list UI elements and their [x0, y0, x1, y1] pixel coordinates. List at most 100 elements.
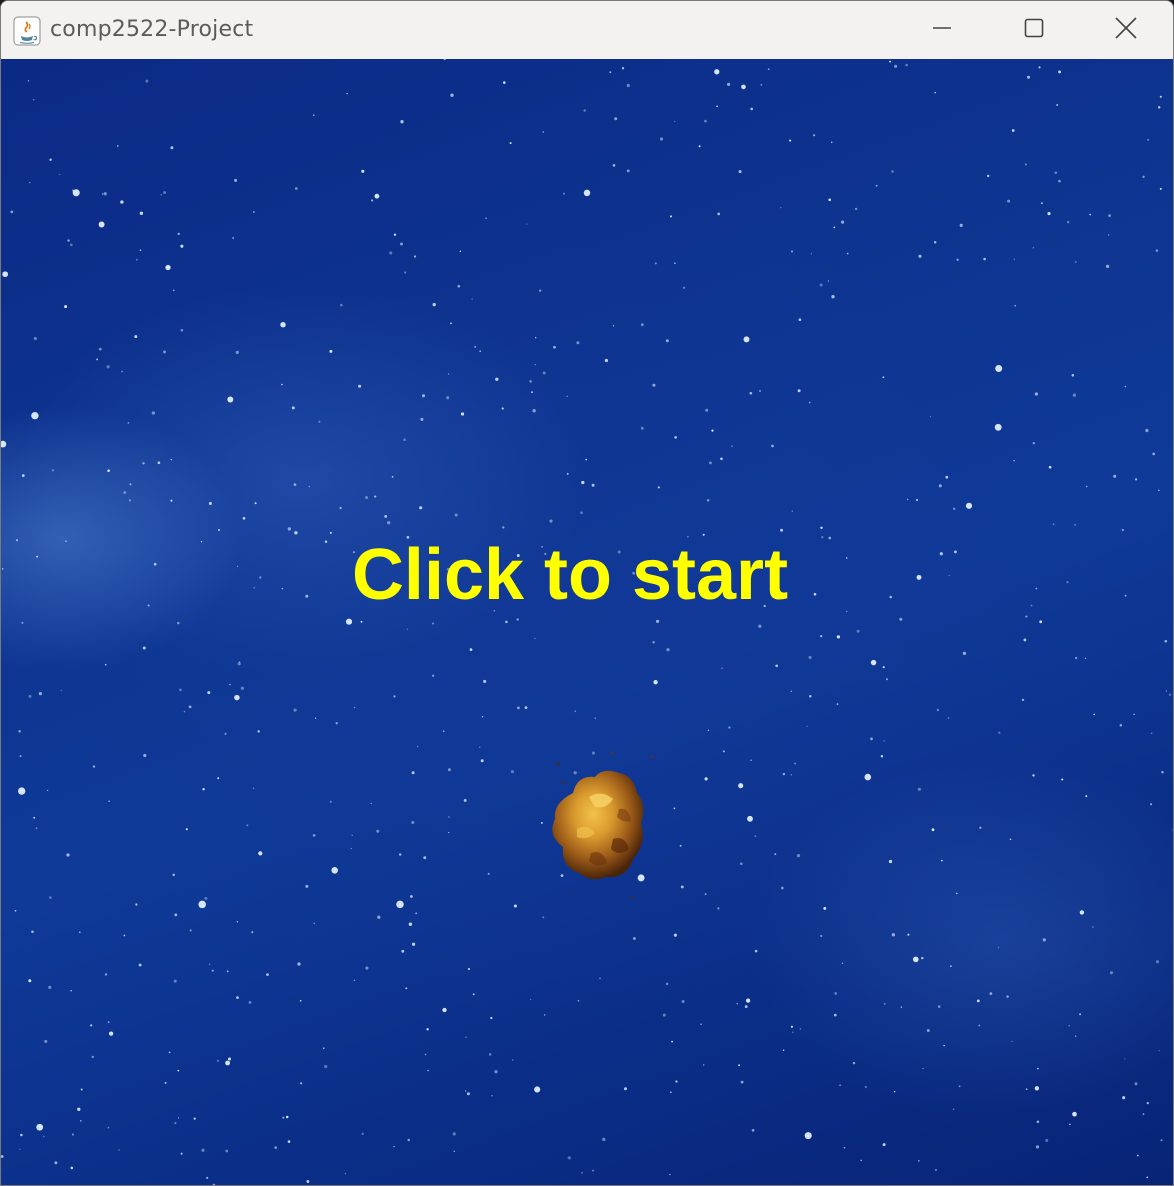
- star: [374, 193, 380, 199]
- star: [411, 942, 416, 946]
- star: [1136, 1154, 1139, 1157]
- star: [227, 396, 234, 403]
- star: [365, 496, 369, 499]
- star: [189, 929, 192, 932]
- star: [179, 688, 182, 692]
- starfield-background: [1, 59, 1173, 1185]
- star: [232, 236, 235, 240]
- star: [185, 828, 188, 831]
- star: [432, 302, 436, 307]
- star: [38, 691, 43, 696]
- star: [463, 798, 467, 802]
- star: [562, 192, 566, 195]
- star: [120, 200, 124, 204]
- star: [594, 717, 597, 719]
- star: [994, 423, 1002, 431]
- star: [448, 816, 450, 818]
- star: [965, 502, 973, 509]
- star: [487, 872, 490, 875]
- star: [234, 694, 240, 701]
- star: [704, 119, 707, 123]
- star: [789, 139, 792, 142]
- star: [353, 706, 356, 709]
- star: [885, 678, 889, 681]
- star: [469, 648, 473, 651]
- star: [351, 834, 353, 836]
- star: [471, 298, 473, 300]
- star: [1034, 1086, 1040, 1091]
- star: [465, 1036, 467, 1039]
- star: [1159, 187, 1162, 190]
- star: [92, 765, 96, 768]
- star: [741, 84, 746, 90]
- maximize-button[interactable]: [988, 1, 1080, 59]
- star: [931, 828, 935, 832]
- star: [669, 215, 673, 218]
- star: [28, 694, 32, 698]
- star: [959, 223, 963, 227]
- star: [358, 384, 362, 388]
- star: [1013, 460, 1015, 462]
- star: [653, 680, 658, 685]
- star: [426, 1028, 429, 1031]
- star: [883, 740, 885, 742]
- star: [246, 824, 249, 827]
- star: [281, 383, 283, 386]
- star: [846, 252, 849, 255]
- star: [419, 506, 423, 510]
- title-bar[interactable]: comp2522-Project: [1, 1, 1173, 59]
- star: [411, 771, 415, 775]
- star: [398, 853, 402, 856]
- star: [792, 1031, 794, 1033]
- star: [750, 759, 752, 761]
- star: [612, 164, 616, 167]
- star: [160, 194, 162, 196]
- star: [917, 787, 921, 791]
- star: [107, 1126, 110, 1129]
- star: [453, 1150, 455, 1153]
- star: [530, 998, 532, 1001]
- star: [754, 949, 758, 953]
- star: [466, 1092, 470, 1096]
- star: [1152, 452, 1156, 456]
- star: [1150, 732, 1153, 735]
- star: [174, 1122, 177, 1125]
- star: [918, 254, 922, 258]
- star: [1025, 1088, 1028, 1091]
- minimize-button[interactable]: [896, 1, 988, 59]
- star: [682, 286, 686, 289]
- game-canvas[interactable]: Click to start: [1, 59, 1173, 1185]
- star: [77, 1107, 81, 1112]
- star: [767, 68, 770, 71]
- star: [581, 480, 585, 485]
- star: [44, 1039, 48, 1043]
- star: [258, 851, 263, 856]
- star: [170, 499, 173, 502]
- star: [679, 844, 682, 847]
- star: [1146, 1176, 1149, 1179]
- star: [107, 1021, 110, 1024]
- star: [177, 1117, 180, 1119]
- star: [864, 1085, 868, 1089]
- star: [297, 962, 301, 966]
- close-button[interactable]: [1080, 1, 1172, 59]
- star: [1093, 713, 1095, 716]
- star: [370, 802, 372, 805]
- java-icon[interactable]: [13, 16, 41, 46]
- star: [758, 624, 762, 628]
- star: [454, 513, 458, 517]
- star: [488, 1053, 492, 1056]
- star: [749, 391, 753, 395]
- star: [808, 401, 811, 404]
- star: [633, 937, 636, 940]
- star: [700, 1023, 702, 1026]
- star: [509, 142, 512, 145]
- star: [654, 262, 657, 265]
- click-to-start-prompt[interactable]: Click to start: [1, 531, 1139, 619]
- star: [280, 321, 286, 328]
- star: [427, 1069, 429, 1072]
- star: [138, 963, 142, 967]
- star: [1042, 938, 1046, 942]
- star: [998, 731, 1001, 735]
- star: [374, 495, 377, 498]
